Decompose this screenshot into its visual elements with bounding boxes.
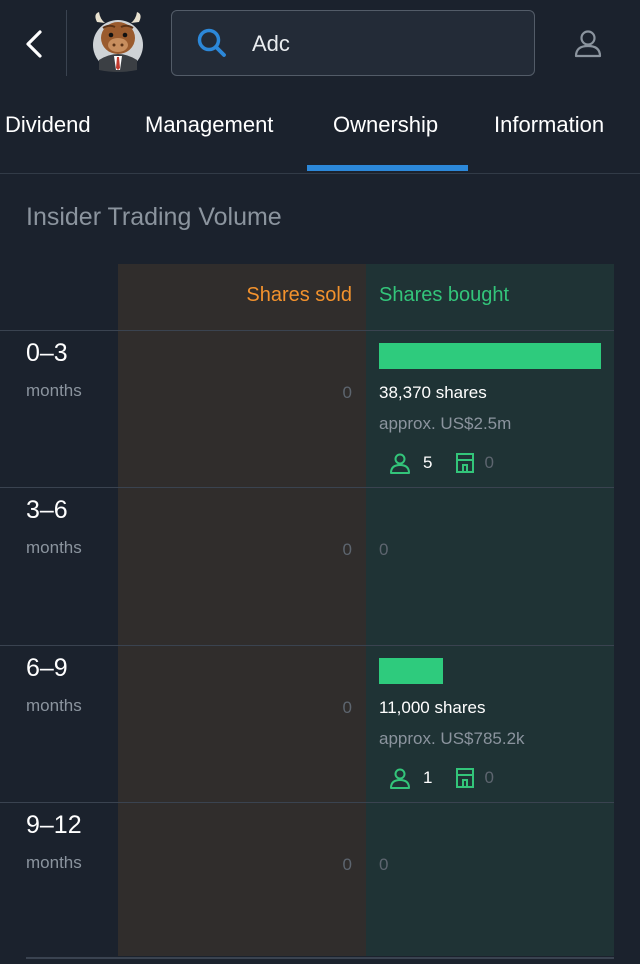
sold-value: 0 xyxy=(342,855,352,874)
period-label: 6–9 xyxy=(26,654,68,682)
table-row: 9–12 months 0 0 xyxy=(0,802,614,959)
bought-bar xyxy=(379,658,443,684)
individual-insider-count: 1 xyxy=(423,768,433,787)
back-button[interactable] xyxy=(16,22,52,66)
insider-counts: 1 0 xyxy=(389,766,494,790)
table-row: 3–6 months 0 0 xyxy=(0,487,614,644)
period-unit: months xyxy=(26,696,82,715)
person-icon xyxy=(390,768,410,789)
shares-bought-header: Shares bought xyxy=(379,284,510,306)
bought-value: 0 xyxy=(379,855,389,874)
tab-ownership[interactable]: Ownership xyxy=(333,112,438,138)
tab-information[interactable]: Information xyxy=(494,112,604,138)
period-unit: months xyxy=(26,538,82,557)
table-row: 6–9 months 0 11,000 shares approx. US$78… xyxy=(0,645,614,802)
period-unit: months xyxy=(26,853,82,872)
table-row: 0–3 months 0 38,370 shares approx. US$2.… xyxy=(0,330,614,487)
bought-bar xyxy=(379,343,601,369)
tab-dividend[interactable]: Dividend xyxy=(5,112,91,138)
institutional-insider-count: 0 xyxy=(484,453,494,472)
shares-sold-header: Shares sold xyxy=(246,284,352,306)
search-icon xyxy=(197,28,226,57)
bought-approx-value: approx. US$2.5m xyxy=(379,414,512,433)
building-icon xyxy=(456,768,475,788)
period-label: 9–12 xyxy=(26,811,82,839)
insider-counts: 5 0 xyxy=(389,451,494,475)
search-input[interactable]: Adc xyxy=(171,10,535,76)
back-arrow-icon xyxy=(26,30,42,58)
period-unit: months xyxy=(26,381,82,400)
sold-value: 0 xyxy=(342,383,352,402)
institutional-insider-count: 0 xyxy=(484,768,494,787)
user-icon[interactable] xyxy=(570,26,606,62)
building-icon xyxy=(456,453,475,473)
person-icon xyxy=(390,453,410,474)
bought-value: 0 xyxy=(379,540,389,559)
bull-avatar-icon[interactable] xyxy=(91,12,145,72)
section-title: Insider Trading Volume xyxy=(26,203,282,231)
tab-active-indicator xyxy=(307,165,468,171)
tab-management[interactable]: Management xyxy=(145,112,273,138)
table-bottom-divider xyxy=(26,957,614,959)
tab-bar: Dividend Management Ownership Informatio… xyxy=(0,96,640,174)
top-bar: Adc xyxy=(0,0,640,88)
header-divider xyxy=(66,10,67,76)
bought-shares: 38,370 shares xyxy=(379,383,487,402)
sold-value: 0 xyxy=(342,540,352,559)
individual-insider-count: 5 xyxy=(423,453,433,472)
search-query: Adc xyxy=(252,31,290,56)
period-label: 0–3 xyxy=(26,339,68,367)
bought-approx-value: approx. US$785.2k xyxy=(379,729,525,748)
bought-shares: 11,000 shares xyxy=(379,698,486,717)
sold-value: 0 xyxy=(342,698,352,717)
period-label: 3–6 xyxy=(26,496,68,524)
